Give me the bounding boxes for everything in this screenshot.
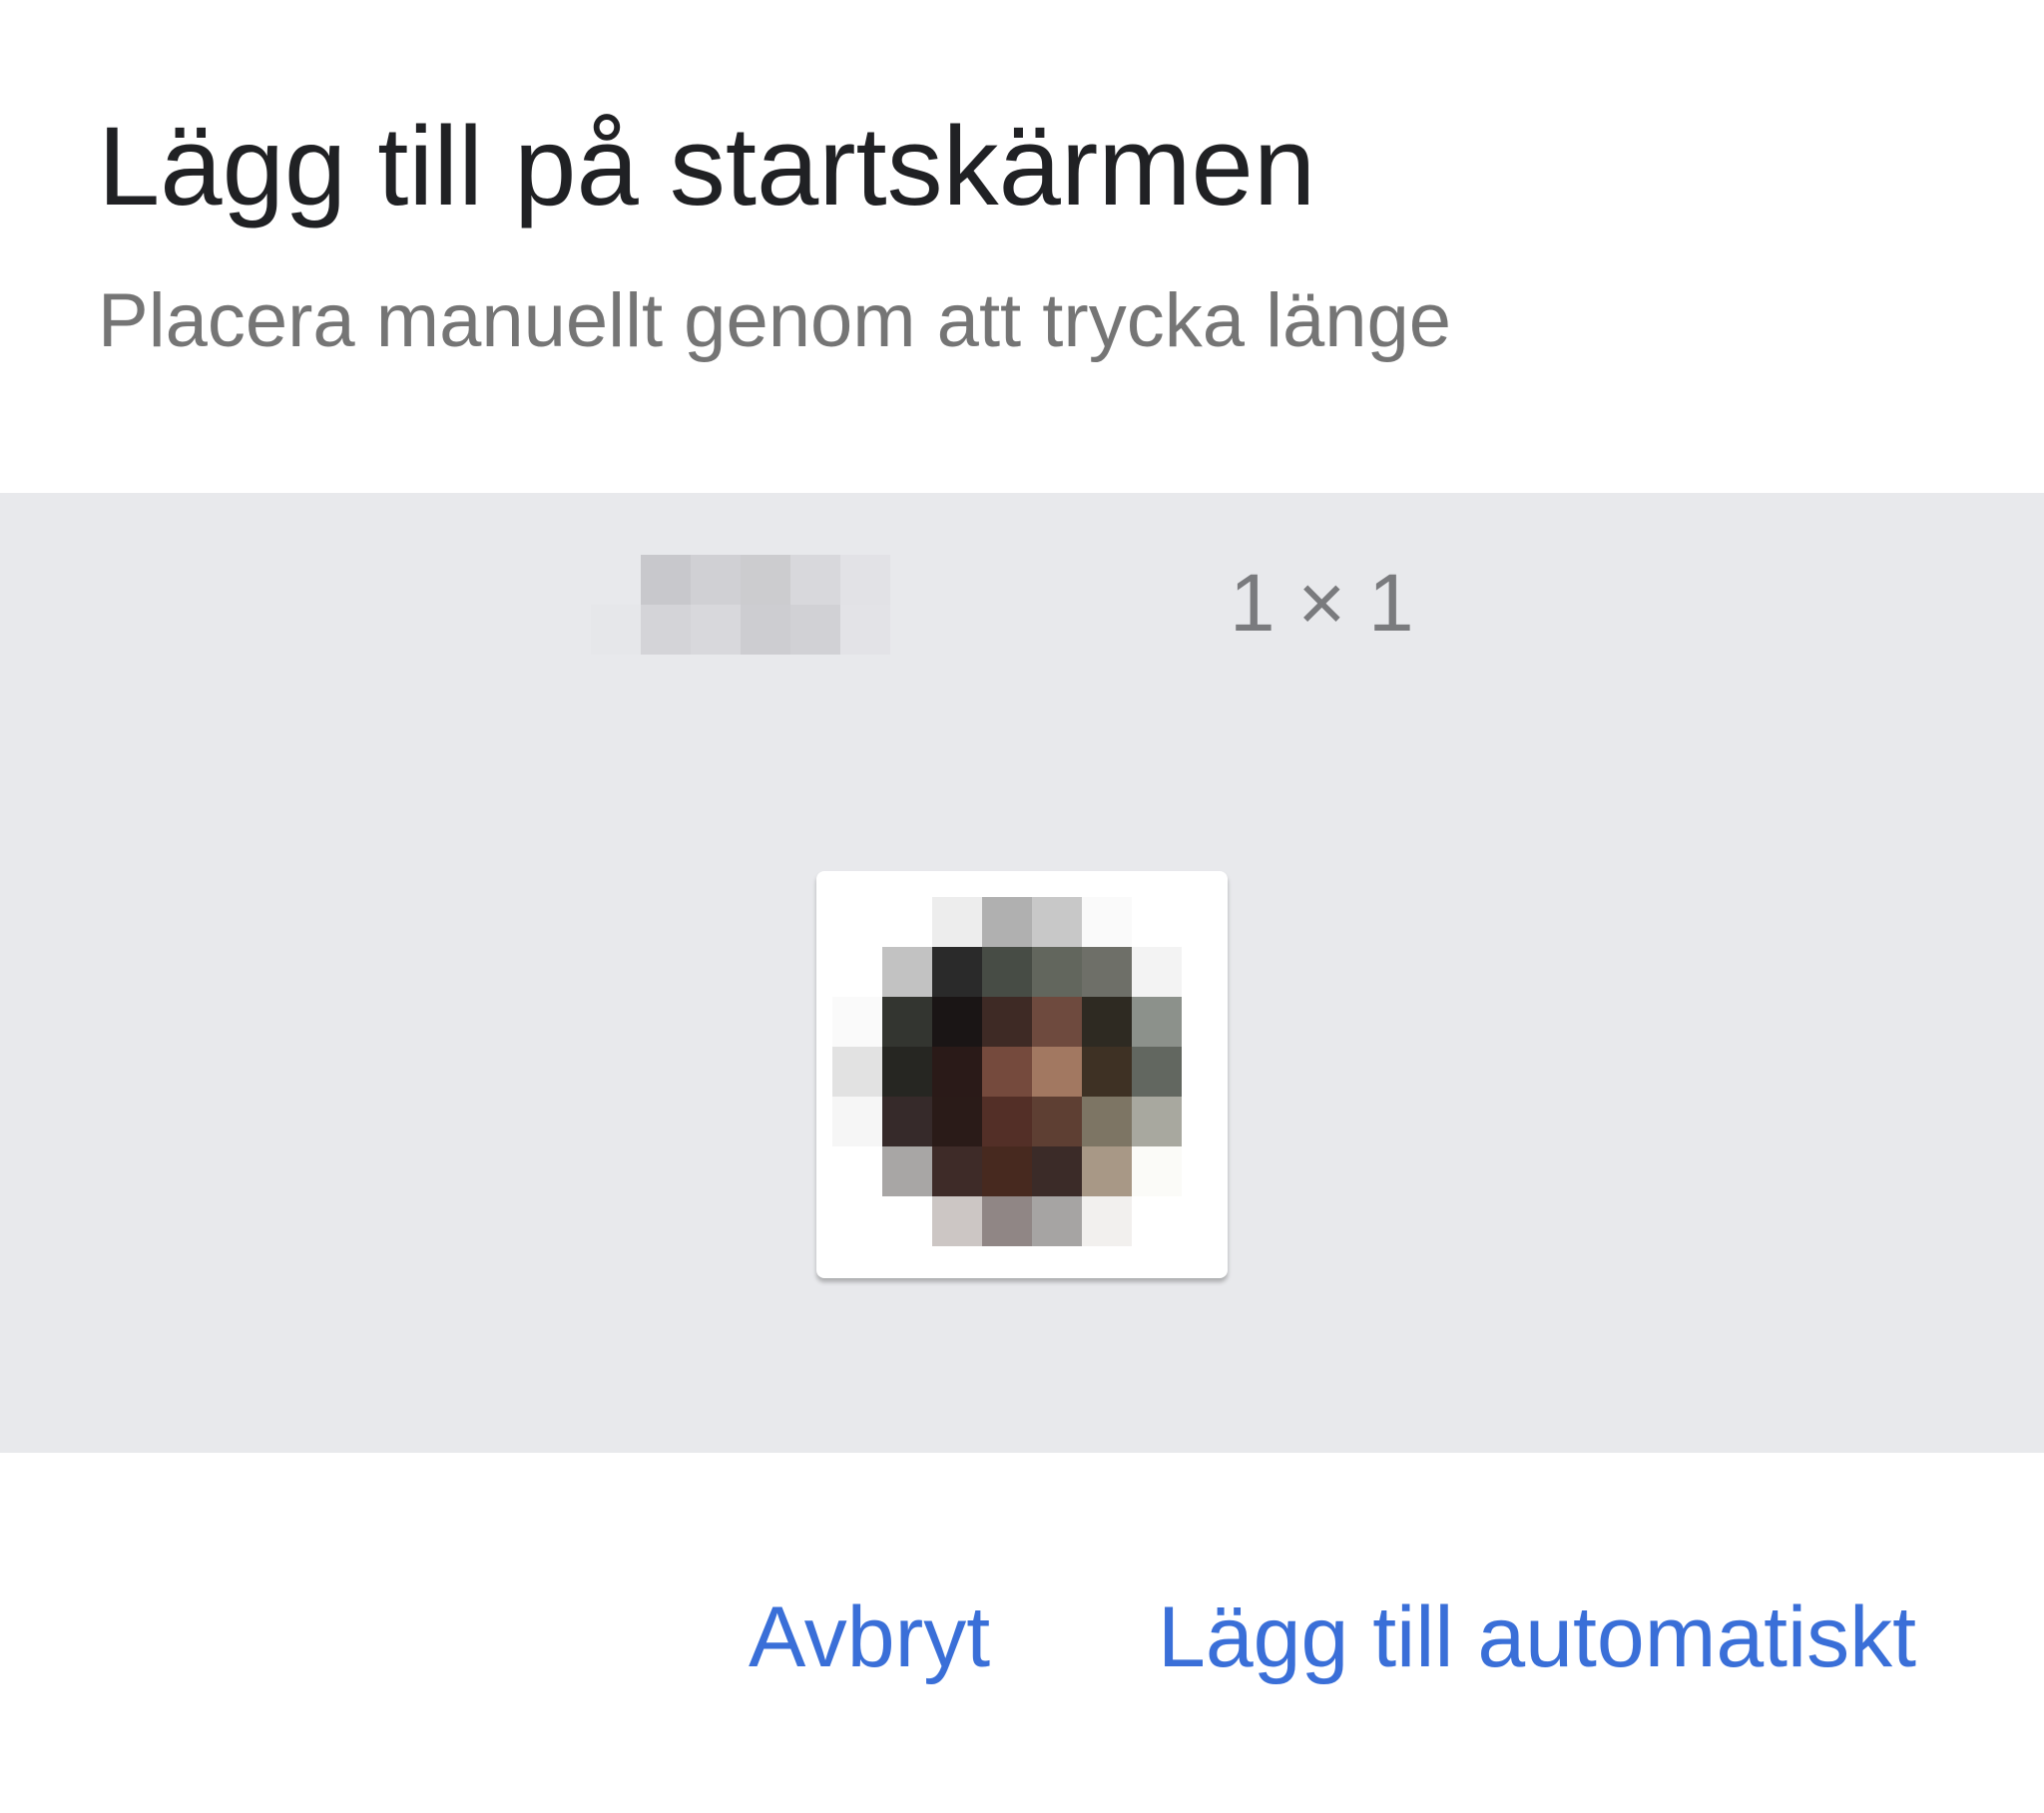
avatar [832,897,1182,1246]
blurred-pixel [691,605,741,655]
blurred-pixel [790,605,840,655]
avatar-pixel [1082,897,1132,947]
avatar-pixel [882,947,932,997]
avatar-pixel [882,997,932,1047]
avatar-pixel [832,1146,882,1196]
blurred-pixel [840,605,890,655]
blurred-pixel [790,555,840,605]
avatar-pixel [1132,1047,1182,1097]
blurred-pixel [591,555,641,605]
avatar-pixel [1082,1047,1132,1097]
avatar-pixel [982,1146,1032,1196]
blurred-pixel [840,555,890,605]
avatar-pixel [1132,947,1182,997]
avatar-pixel [882,1097,932,1146]
avatar-pixel [982,947,1032,997]
dialog-title: Lägg till på startskärmen [98,104,1316,228]
widget-name-blurred [591,555,890,655]
avatar-pixel [1032,1097,1082,1146]
avatar-pixel [1132,1196,1182,1246]
add-automatically-button[interactable]: Lägg till automatiskt [1158,1586,1916,1689]
blurred-pixel [641,605,691,655]
blurred-pixel [691,555,741,605]
avatar-pixel [1032,997,1082,1047]
avatar-pixel [1082,947,1132,997]
avatar-pixel [832,947,882,997]
widget-preview-card[interactable] [816,871,1228,1278]
avatar-pixel [1032,947,1082,997]
avatar-pixel [932,997,982,1047]
avatar-pixel [932,1146,982,1196]
avatar-pixel [982,1047,1032,1097]
avatar-pixel [1082,997,1132,1047]
avatar-pixel [1132,1097,1182,1146]
blurred-pixel [641,555,691,605]
avatar-pixel [882,897,932,947]
avatar-pixel [882,1146,932,1196]
avatar-pixel [1032,1047,1082,1097]
blurred-pixel [741,555,790,605]
avatar-pixel [832,997,882,1047]
avatar-pixel [882,1196,932,1246]
avatar-pixel [882,1047,932,1097]
add-to-home-dialog: Lägg till på startskärmen Placera manuel… [0,0,2044,1813]
avatar-pixel [932,1196,982,1246]
avatar-pixel [832,1097,882,1146]
dialog-subtitle: Placera manuellt genom att trycka länge [98,278,1452,363]
avatar-pixel [982,997,1032,1047]
avatar-pixel [1032,1196,1082,1246]
avatar-pixel [1082,1146,1132,1196]
avatar-pixel [982,1097,1032,1146]
cancel-button[interactable]: Avbryt [749,1586,990,1689]
blurred-pixel [591,605,641,655]
avatar-pixel [982,1196,1032,1246]
blurred-pixel [741,605,790,655]
avatar-pixel [1132,997,1182,1047]
avatar-pixel [1032,1146,1082,1196]
widget-size-label: 1 × 1 [1230,558,1414,649]
avatar-pixel [832,1196,882,1246]
avatar-pixel [932,947,982,997]
avatar-pixel [932,1097,982,1146]
avatar-pixel [1132,1146,1182,1196]
avatar-pixel [832,1047,882,1097]
avatar-pixel [1032,897,1082,947]
avatar-pixel [1082,1097,1132,1146]
avatar-pixel [1132,897,1182,947]
avatar-pixel [1082,1196,1132,1246]
avatar-pixel [982,897,1032,947]
avatar-pixel [932,897,982,947]
avatar-pixel [932,1047,982,1097]
avatar-pixel [832,897,882,947]
